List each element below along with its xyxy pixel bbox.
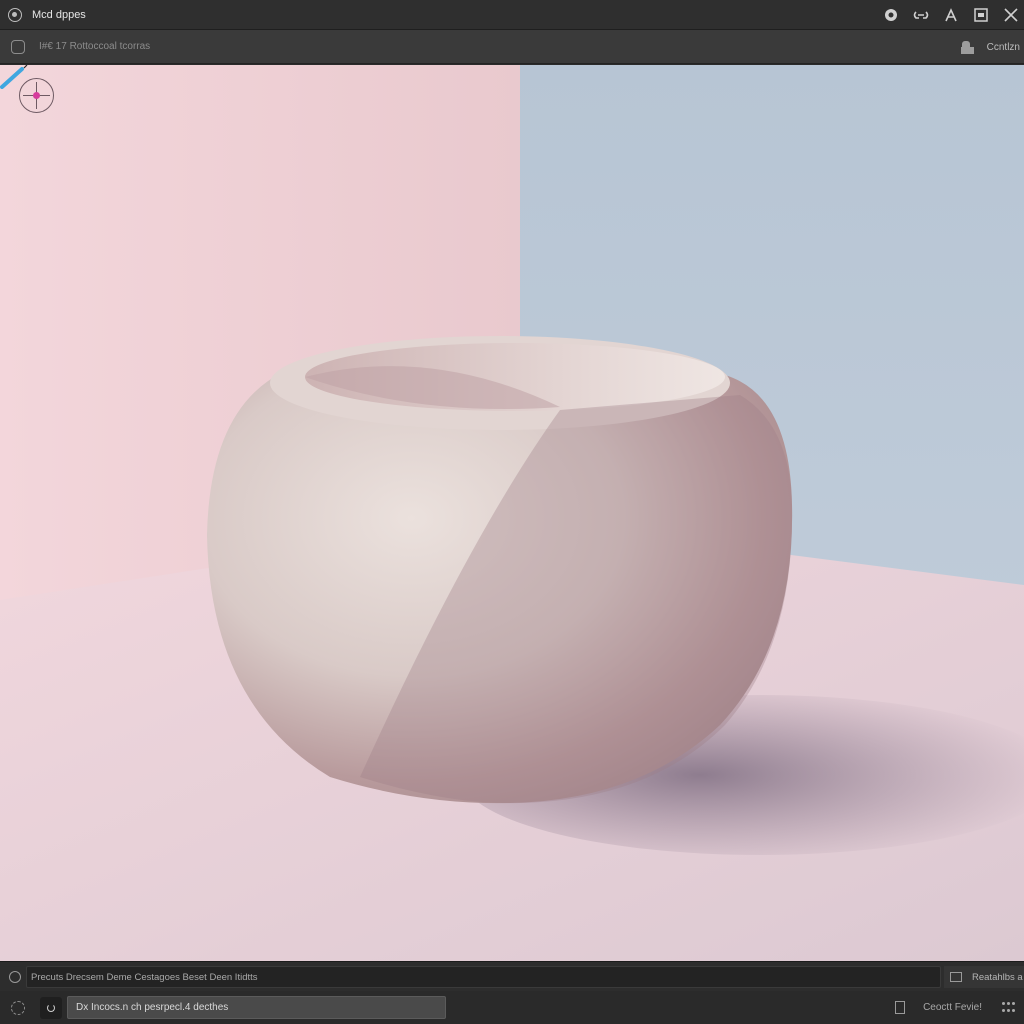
window-title: Mcd dppes [32, 8, 86, 21]
status-text: Precuts Drecsem Deme Cestagoes Beset Dee… [31, 971, 258, 983]
grid-menu-icon[interactable] [1002, 1001, 1016, 1014]
gizmo-center-dot [33, 92, 40, 99]
3d-viewport[interactable] [0, 65, 1024, 961]
layer-icon[interactable] [11, 39, 25, 54]
toolbar-right: Ccntlzn [960, 30, 1020, 64]
status-right-panel[interactable]: Reatahlbs a [944, 966, 1024, 988]
link-icon[interactable] [908, 4, 934, 26]
app-window: Mcd dppes I#€ 17 Rottoccoal tcorras Ccnt… [0, 0, 1024, 1024]
brush-icon[interactable] [0, 65, 30, 89]
bottom-right: Ceoctt Fevie! [895, 991, 1016, 1024]
bookmark-icon[interactable] [895, 1001, 906, 1014]
folder-icon[interactable] [960, 40, 975, 54]
panel-icon [950, 972, 962, 982]
bottom-right-label[interactable]: Ceoctt Fevie! [923, 1002, 982, 1013]
bottom-bar: Dx Incocs.n ch pesrpecl.4 decthes Ceoctt… [0, 991, 1024, 1024]
status-field: Precuts Drecsem Deme Cestagoes Beset Dee… [26, 966, 941, 988]
pen-icon[interactable] [938, 4, 964, 26]
window-controls [874, 0, 1024, 30]
status-gear-icon[interactable] [9, 970, 21, 983]
status-right-label: Reatahlbs a [972, 971, 1023, 983]
close-icon[interactable] [998, 4, 1024, 26]
status-bar: Precuts Drecsem Deme Cestagoes Beset Dee… [0, 961, 1024, 991]
refresh-icon [47, 1004, 55, 1012]
sync-icon[interactable] [11, 1000, 25, 1015]
app-logo-icon [8, 7, 22, 22]
toolbar-path-label: I#€ 17 Rottoccoal tcorras [39, 41, 151, 52]
toolbar-right-button[interactable]: Ccntlzn [987, 42, 1020, 53]
maximize-icon[interactable] [968, 4, 994, 26]
refresh-button[interactable] [40, 997, 62, 1019]
toolbar: I#€ 17 Rottoccoal tcorras Ccntlzn [0, 30, 1024, 64]
prompt-input[interactable]: Dx Incocs.n ch pesrpecl.4 decthes [67, 996, 446, 1019]
title-bar: Mcd dppes [0, 0, 1024, 30]
scene-render [0, 65, 1024, 961]
record-icon[interactable] [878, 4, 904, 26]
